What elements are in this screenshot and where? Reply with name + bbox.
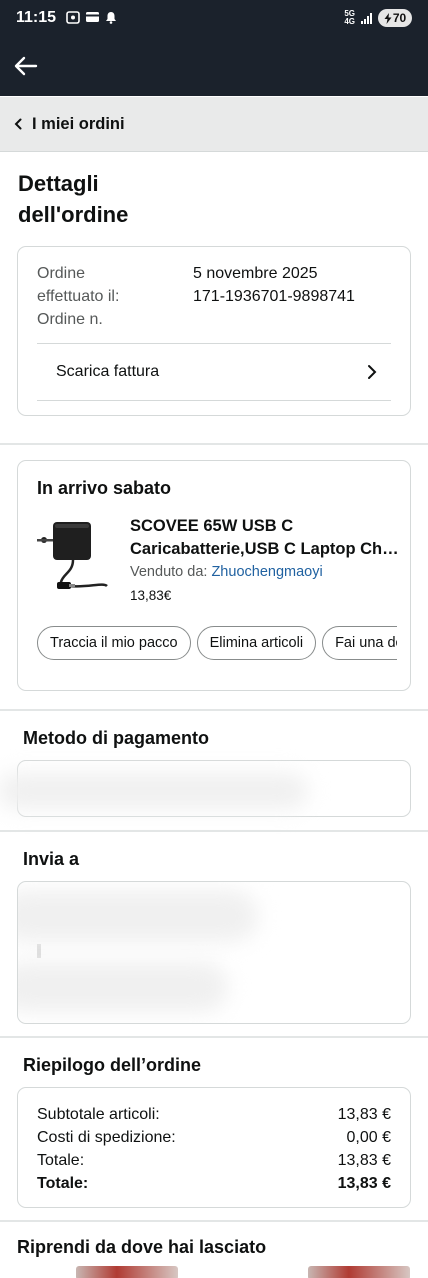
status-right-icons: 5G 4G 70	[344, 9, 412, 27]
product-actions: Traccia il mio pacco Elimina articoli Fai …	[37, 626, 397, 662]
seller-info: Venduto da: Zhuochengmaoyi	[130, 564, 323, 580]
shipping-address-card	[17, 881, 411, 1024]
redacted-payment-info	[0, 773, 308, 809]
order-date: 5 novembre 2025	[193, 265, 318, 282]
section-divider	[0, 1220, 428, 1222]
order-info-values: 5 novembre 2025 171-1936701-9898741	[193, 262, 355, 308]
back-button[interactable]	[10, 50, 42, 82]
redacted-address-fragment	[37, 944, 41, 958]
track-package-button[interactable]: Traccia il mio pacco	[37, 626, 191, 660]
chevron-right-icon	[368, 365, 377, 379]
signal-icon	[361, 12, 372, 24]
network-type: 5G 4G	[344, 9, 355, 26]
section-divider	[0, 1036, 428, 1038]
notification-bell-icon	[106, 12, 116, 24]
section-divider	[0, 443, 428, 445]
summary-row-shipping: Costi di spedizione: 0,00 €	[37, 1129, 391, 1146]
payment-method-title: Metodo di pagamento	[23, 728, 209, 748]
recommended-product-image[interactable]	[76, 1266, 178, 1278]
product-price: 13,83€	[130, 588, 172, 603]
product-image[interactable]	[33, 516, 113, 594]
battery-level: 70	[392, 11, 407, 25]
card-icon	[86, 12, 99, 22]
order-number: 171-1936701-9898741	[193, 288, 355, 305]
redacted-address	[18, 962, 228, 1012]
summary-row-total: Totale: 13,83 €	[37, 1152, 391, 1169]
download-invoice-row[interactable]: Scarica fattura	[37, 343, 391, 401]
recommended-product-image[interactable]	[308, 1266, 410, 1278]
ask-question-button[interactable]: Fai una domanda sul prodotto	[322, 626, 397, 660]
order-summary-card: Subtotale articoli: 13,83 € Costi di spe…	[17, 1087, 411, 1208]
section-divider	[0, 709, 428, 711]
order-info-card: Ordine effettuato il: Ordine n. 5 novemb…	[17, 246, 411, 416]
remove-items-button[interactable]: Elimina articoli	[196, 626, 317, 660]
redacted-address	[18, 890, 258, 942]
summary-row-subtotal: Subtotale articoli: 13,83 €	[37, 1106, 391, 1123]
arrow-left-icon	[14, 56, 38, 76]
delivery-status: In arrivo sabato	[37, 478, 172, 498]
summary-row-grand-total: Totale: 13,83 €	[37, 1175, 391, 1192]
breadcrumb-my-orders[interactable]: I miei ordini	[0, 97, 428, 152]
download-invoice-label: Scarica fattura	[56, 363, 160, 380]
battery-charging-icon: 70	[378, 9, 412, 27]
order-summary-title: Riepilogo dell’ordine	[23, 1055, 202, 1075]
breadcrumb-label: I miei ordini	[32, 114, 125, 133]
resume-section-title: Riprendi da dove hai lasciato	[17, 1237, 267, 1257]
chevron-left-icon	[14, 118, 22, 130]
section-divider	[0, 830, 428, 832]
status-bar: 11:15 5G 4G 70	[0, 0, 428, 38]
page-title: Dettagli dell'ordine	[18, 171, 129, 227]
status-time: 11:15	[16, 9, 57, 26]
ship-to-title: Invia a	[23, 849, 80, 869]
status-notification-icons	[66, 11, 117, 24]
product-title[interactable]: SCOVEE 65W USB C Caricabatterie,USB C La…	[130, 515, 400, 561]
shipment-card: In arrivo sabato SCOVEE 65W USB C Carica…	[17, 460, 411, 691]
payment-method-card	[0, 760, 411, 817]
screenshot-icon	[66, 11, 80, 24]
order-info-labels: Ordine effettuato il: Ordine n.	[37, 265, 120, 328]
seller-link[interactable]: Zhuochengmaoyi	[211, 564, 322, 580]
app-bar	[0, 38, 428, 96]
